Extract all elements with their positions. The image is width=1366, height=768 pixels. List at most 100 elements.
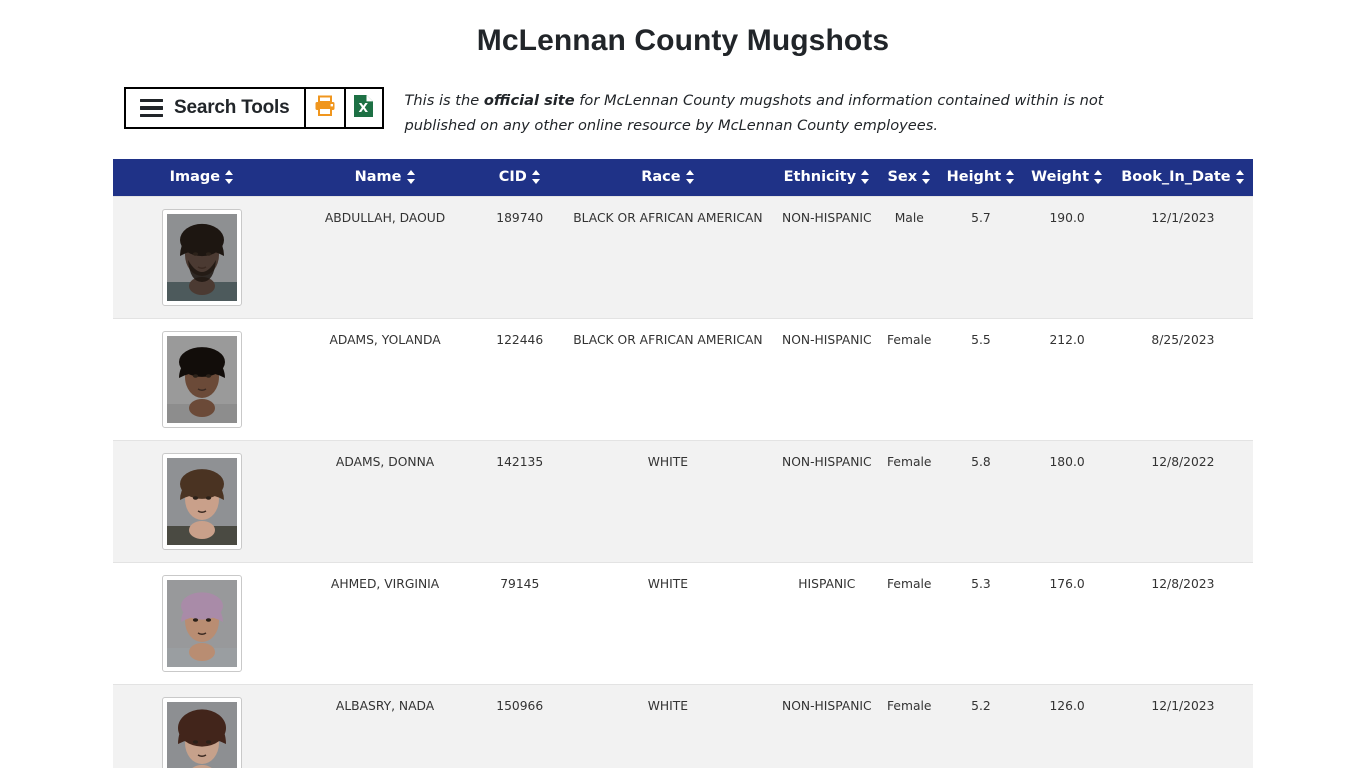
cell-race: BLACK OR AFRICAN AMERICAN (560, 196, 776, 319)
mugshot-thumbnail[interactable] (161, 575, 242, 672)
cell-height: 5.7 (940, 196, 1022, 319)
mugshot-image (166, 336, 237, 423)
table-row[interactable]: ALBASRY, NADA 150966 WHITE NON-HISPANIC … (113, 684, 1253, 768)
column-header-cid[interactable]: CID (479, 159, 561, 197)
column-label-weight: Weight (1031, 169, 1090, 185)
sort-icon[interactable] (922, 170, 931, 184)
cell-book-in-date: 12/1/2023 (1112, 684, 1253, 768)
mugshot-thumbnail[interactable] (161, 697, 242, 768)
excel-export-button[interactable]: X (343, 89, 382, 127)
cell-name: ADAMS, DONNA (290, 440, 480, 563)
cell-cid: 150966 (479, 684, 561, 768)
cell-sex: Female (878, 440, 941, 563)
cell-name: ALBASRY, NADA (290, 684, 480, 768)
page-title: McLennan County Mugshots (476, 24, 890, 57)
mugshots-table-container: Image Name CID Race Ethnicity Sex Height… (113, 159, 1253, 768)
printer-icon (314, 95, 336, 121)
cell-book-in-date: 12/1/2023 (1112, 196, 1253, 319)
table-row[interactable]: ABDULLAH, DAOUD 189740 BLACK OR AFRICAN … (113, 196, 1253, 319)
cell-name: ADAMS, YOLANDA (290, 318, 480, 441)
table-head: Image Name CID Race Ethnicity Sex Height… (113, 159, 1253, 197)
column-header-weight[interactable]: Weight (1021, 159, 1113, 197)
cell-height: 5.2 (940, 684, 1022, 768)
sort-icon[interactable] (1235, 170, 1245, 184)
excel-export-icon: X (354, 94, 374, 122)
cell-height: 5.3 (940, 562, 1022, 685)
cell-race: WHITE (560, 440, 776, 563)
table-row[interactable]: ADAMS, YOLANDA 122446 BLACK OR AFRICAN A… (113, 318, 1253, 441)
column-label-cid: CID (498, 169, 527, 185)
toolbar: Search Tools X This is the official site… (0, 58, 1366, 138)
column-header-race[interactable]: Race (560, 159, 776, 197)
search-tools-label: Search Tools (174, 97, 290, 118)
sort-icon[interactable] (406, 170, 416, 184)
cell-sex: Female (878, 318, 941, 441)
column-header-name[interactable]: Name (290, 159, 480, 197)
cell-cid: 189740 (479, 196, 561, 319)
cell-book-in-date: 8/25/2023 (1112, 318, 1253, 441)
cell-image (113, 318, 291, 441)
cell-sex: Female (878, 684, 941, 768)
print-button[interactable] (305, 89, 344, 127)
mugshots-table: Image Name CID Race Ethnicity Sex Height… (113, 159, 1253, 768)
mugshot-image (166, 214, 237, 301)
search-tools-button[interactable]: Search Tools (126, 89, 306, 127)
mugshot-thumbnail[interactable] (161, 209, 242, 306)
column-label-race: Race (641, 169, 681, 185)
table-body: ABDULLAH, DAOUD 189740 BLACK OR AFRICAN … (113, 196, 1253, 768)
cell-weight: 176.0 (1021, 562, 1113, 685)
hamburger-icon (140, 98, 163, 118)
sort-icon[interactable] (531, 170, 541, 184)
cell-ethnicity: NON-HISPANIC (775, 196, 879, 319)
mugshot-image (166, 458, 237, 545)
cell-ethnicity: NON-HISPANIC (775, 684, 879, 768)
cell-weight: 180.0 (1021, 440, 1113, 563)
mugshot-image (166, 702, 237, 768)
svg-text:X: X (358, 100, 368, 115)
cell-race: WHITE (560, 684, 776, 768)
mugshot-thumbnail[interactable] (161, 331, 242, 428)
mugshot-thumbnail[interactable] (161, 453, 242, 550)
cell-ethnicity: NON-HISPANIC (775, 318, 879, 441)
cell-ethnicity: NON-HISPANIC (775, 440, 879, 563)
cell-cid: 79145 (479, 562, 561, 685)
table-row[interactable]: ADAMS, DONNA 142135 WHITE NON-HISPANIC F… (113, 440, 1253, 563)
cell-name: AHMED, VIRGINIA (290, 562, 480, 685)
sort-icon[interactable] (861, 170, 870, 184)
toolbar-button-group: Search Tools X (124, 87, 384, 129)
sort-icon[interactable] (1094, 170, 1103, 184)
cell-cid: 122446 (479, 318, 561, 441)
cell-sex: Male (878, 196, 941, 319)
column-header-height[interactable]: Height (940, 159, 1022, 197)
cell-race: WHITE (560, 562, 776, 685)
cell-weight: 126.0 (1021, 684, 1113, 768)
column-header-image[interactable]: Image (113, 159, 291, 197)
cell-weight: 190.0 (1021, 196, 1113, 319)
cell-image (113, 440, 291, 563)
sort-icon[interactable] (1006, 170, 1015, 184)
cell-sex: Female (878, 562, 941, 685)
sort-icon[interactable] (225, 170, 234, 184)
column-header-book-in-date[interactable]: Book_In_Date (1112, 159, 1253, 197)
table-row[interactable]: AHMED, VIRGINIA 79145 WHITE HISPANIC Fem… (113, 562, 1253, 685)
column-header-ethnicity[interactable]: Ethnicity (775, 159, 879, 197)
sort-icon[interactable] (685, 170, 695, 184)
notice-text-before: This is the (404, 92, 484, 109)
cell-image (113, 196, 291, 319)
column-label-image: Image (169, 169, 221, 185)
table-header-row: Image Name CID Race Ethnicity Sex Height… (113, 159, 1253, 197)
cell-height: 5.8 (940, 440, 1022, 563)
cell-book-in-date: 12/8/2022 (1112, 440, 1253, 563)
column-label-ethnicity: Ethnicity (783, 169, 857, 185)
cell-name: ABDULLAH, DAOUD (290, 196, 480, 319)
cell-height: 5.5 (940, 318, 1022, 441)
cell-book-in-date: 12/8/2023 (1112, 562, 1253, 685)
column-label-height: Height (946, 169, 1002, 185)
notice-text-bold: official site (483, 92, 575, 109)
mugshot-image (166, 580, 237, 667)
column-header-sex[interactable]: Sex (878, 159, 941, 197)
cell-image (113, 562, 291, 685)
official-site-notice: This is the official site for McLennan C… (405, 87, 1147, 138)
column-label-book-in-date: Book_In_Date (1121, 169, 1231, 185)
cell-race: BLACK OR AFRICAN AMERICAN (560, 318, 776, 441)
